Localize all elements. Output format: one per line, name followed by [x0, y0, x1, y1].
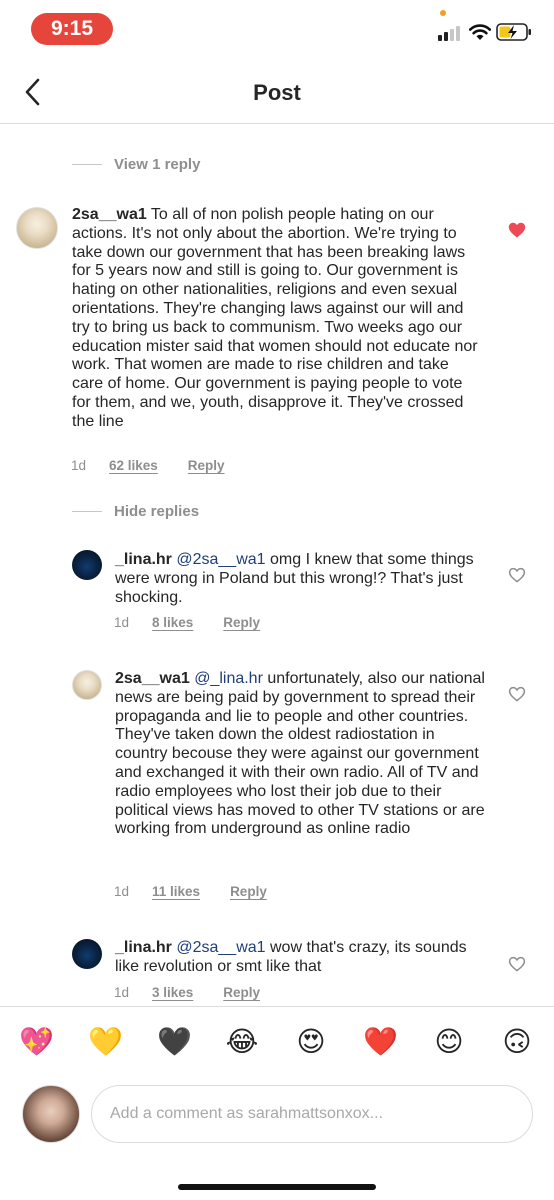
likes-count[interactable]: 62 likes — [109, 458, 158, 473]
reply-comment: 2sa__wa1 @_lina.hr unfortunately, also o… — [0, 669, 554, 909]
privacy-indicator-icon — [440, 10, 446, 16]
comment: 2sa__wa1 To all of non polish people hat… — [0, 202, 554, 482]
current-user-avatar — [22, 1085, 80, 1143]
wifi-icon — [468, 24, 492, 40]
comment-body: 2sa__wa1 To all of non polish people hat… — [72, 206, 484, 432]
heart-outline-icon[interactable] — [508, 686, 526, 702]
comment-meta: 1d 62 likes Reply — [71, 458, 225, 473]
yellow-heart-emoji-button[interactable]: 💛 — [88, 1025, 123, 1059]
comment-input[interactable] — [91, 1085, 533, 1143]
hide-replies-button[interactable]: Hide replies — [72, 503, 199, 520]
liked-heart-icon[interactable] — [508, 222, 526, 238]
comment-composer — [0, 1078, 554, 1200]
comment-time: 1d — [71, 458, 87, 473]
avatar[interactable] — [72, 550, 102, 580]
comment-text: unfortunately, also our national news ar… — [115, 670, 485, 838]
view-replies-label: View 1 reply — [114, 156, 201, 173]
view-replies-button[interactable]: View 1 reply — [72, 156, 200, 173]
comment-meta: 1d 11 likes Reply — [114, 884, 267, 899]
likes-count[interactable]: 8 likes — [152, 615, 193, 630]
comment-body: 2sa__wa1 @_lina.hr unfortunately, also o… — [115, 670, 485, 839]
comment-username[interactable]: _lina.hr — [115, 551, 172, 568]
status-time[interactable]: 9:15 — [31, 13, 113, 45]
mention-link[interactable]: @_lina.hr — [194, 670, 263, 687]
comment-body: _lina.hr @2sa__wa1 omg I knew that some … — [115, 551, 480, 607]
comment-text: To all of non polish people hating on ou… — [72, 206, 478, 430]
sparkling-heart-emoji-button[interactable]: 💖 — [19, 1025, 54, 1059]
comment-meta: 1d 3 likes Reply — [114, 985, 260, 1000]
navigation-header: Post — [0, 60, 554, 124]
comment-body: _lina.hr @2sa__wa1 wow that's crazy, its… — [115, 939, 485, 977]
divider — [72, 511, 102, 512]
hide-replies-label: Hide replies — [114, 503, 200, 520]
heart-outline-icon[interactable] — [508, 567, 526, 583]
clipped-previous-comment-meta — [108, 124, 258, 126]
likes-count[interactable]: 3 likes — [152, 985, 193, 1000]
page-title: Post — [253, 80, 301, 105]
quick-emoji-bar: 💖 💛 🖤 😂 😍 ❤️ 😊 🙃 — [0, 1006, 554, 1078]
battery-charging-icon — [496, 23, 531, 41]
mention-link[interactable]: @2sa__wa1 — [176, 939, 265, 956]
mention-link[interactable]: @2sa__wa1 — [176, 551, 265, 568]
divider — [72, 164, 102, 165]
comments-list[interactable]: View 1 reply 2sa__wa1 To all of non poli… — [0, 124, 554, 1006]
home-indicator[interactable] — [178, 1184, 376, 1190]
comment-time: 1d — [114, 985, 130, 1000]
reply-button[interactable]: Reply — [223, 985, 260, 1000]
smiling-face-emoji-button[interactable]: 😊 — [432, 1025, 466, 1059]
red-heart-emoji-button[interactable]: ❤️ — [363, 1025, 398, 1059]
avatar[interactable] — [72, 939, 102, 969]
tears-of-joy-emoji-button[interactable]: 😂 — [225, 1025, 259, 1059]
comment-username[interactable]: 2sa__wa1 — [115, 670, 190, 687]
status-bar: 9:15 — [0, 0, 554, 60]
reply-button[interactable]: Reply — [230, 884, 267, 899]
cellular-signal-icon — [438, 25, 464, 41]
reply-comment: _lina.hr @2sa__wa1 wow that's crazy, its… — [0, 938, 554, 1006]
reply-button[interactable]: Reply — [188, 458, 225, 473]
avatar[interactable] — [72, 670, 102, 700]
black-heart-emoji-button[interactable]: 🖤 — [157, 1025, 192, 1059]
comment-username[interactable]: 2sa__wa1 — [72, 206, 147, 223]
reply-comment: _lina.hr @2sa__wa1 omg I knew that some … — [0, 550, 554, 640]
comment-meta: 1d 8 likes Reply — [114, 615, 260, 630]
likes-count[interactable]: 11 likes — [152, 884, 200, 899]
comment-username[interactable]: _lina.hr — [115, 939, 172, 956]
heart-outline-icon[interactable] — [508, 956, 526, 972]
reply-button[interactable]: Reply — [223, 615, 260, 630]
upside-down-face-emoji-button[interactable]: 🙃 — [500, 1025, 534, 1059]
heart-eyes-emoji-button[interactable]: 😍 — [294, 1025, 328, 1059]
avatar[interactable] — [16, 207, 58, 249]
comment-time: 1d — [114, 615, 130, 630]
comment-time: 1d — [114, 884, 130, 899]
